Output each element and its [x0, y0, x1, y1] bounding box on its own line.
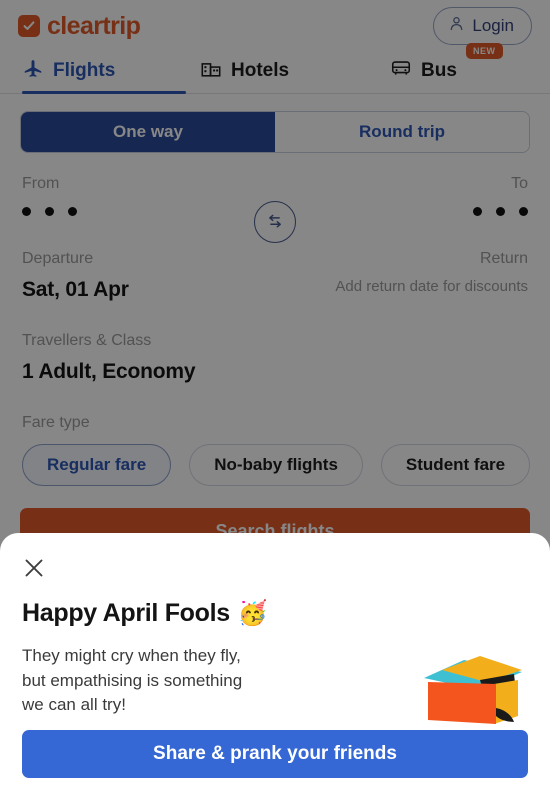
april-fools-modal: Happy April Fools 🥳 They might cry when … [0, 533, 550, 800]
close-icon[interactable] [22, 551, 56, 585]
modal-title-row: Happy April Fools 🥳 [22, 599, 528, 628]
modal-body: They might cry when they fly, but empath… [22, 644, 528, 730]
modal-title: Happy April Fools [22, 599, 230, 627]
share-prank-button[interactable]: Share & prank your friends [22, 730, 528, 778]
open-box-icon [424, 656, 522, 724]
modal-message: They might cry when they fly, but empath… [22, 646, 243, 715]
partying-face-icon: 🥳 [237, 599, 268, 627]
